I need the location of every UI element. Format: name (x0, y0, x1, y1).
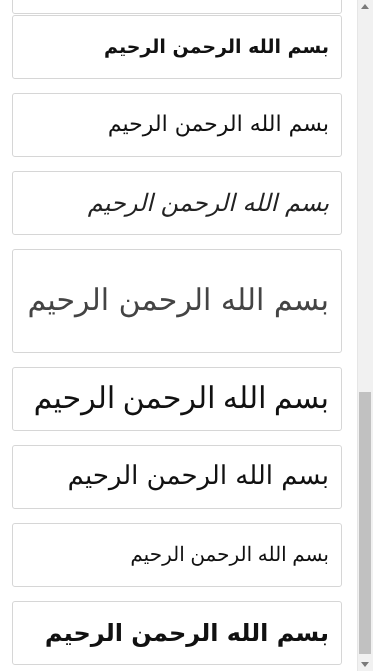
font-card[interactable]: بسم الله الرحمن الرحيم (12, 367, 342, 431)
font-sample-text: بسم الله الرحمن الرحيم (130, 544, 329, 566)
vertical-scrollbar[interactable] (357, 0, 373, 671)
font-preview-viewport: بسم الله الرحمن الرحيم بسم الله الرحمن ا… (0, 0, 373, 671)
font-card[interactable]: بسم الله الرحمن الرحيم (12, 523, 342, 587)
font-card[interactable]: بسم الله الرحمن الرحيم (12, 171, 342, 235)
font-sample-text: بسم الله الرحمن الرحيم (44, 618, 329, 647)
font-card[interactable] (12, 0, 342, 14)
scrollbar-thumb[interactable] (359, 392, 371, 654)
font-sample-text: بسم الله الرحمن الرحيم (33, 382, 329, 415)
font-card[interactable]: بسم الله الرحمن الرحيم (12, 601, 342, 665)
font-card[interactable]: بسم الله الرحمن الرحيم (12, 93, 342, 157)
font-card[interactable]: بسم الله الرحمن الرحيم (12, 445, 342, 509)
scroll-down-arrow-icon[interactable] (361, 662, 369, 667)
scroll-up-arrow-icon[interactable] (361, 4, 369, 9)
font-sample-text: بسم الله الرحمن الرحيم (87, 188, 329, 217)
font-sample-text: بسم الله الرحمن الرحيم (107, 111, 329, 137)
font-card[interactable]: بسم الله الرحمن الرحيم (12, 249, 342, 353)
font-sample-text: بسم الله الرحمن الرحيم (67, 461, 329, 492)
font-sample-text: بسم الله الرحمن الرحيم (104, 35, 329, 58)
font-card[interactable]: بسم الله الرحمن الرحيم (12, 15, 342, 79)
font-sample-text: بسم الله الرحمن الرحيم (27, 283, 329, 318)
